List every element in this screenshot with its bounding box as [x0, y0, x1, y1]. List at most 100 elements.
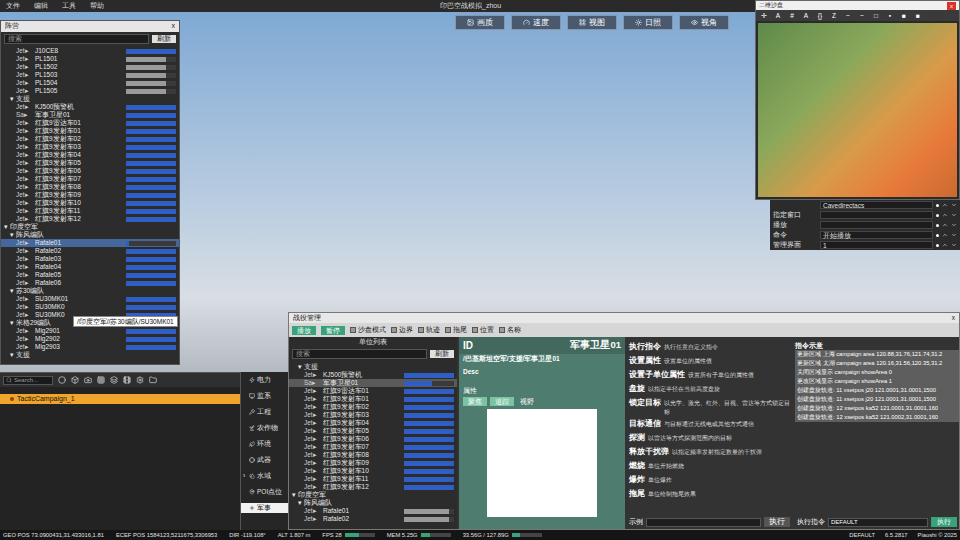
command-item[interactable]: 释放干扰弹以指定频率发射指定数量的干扰弹 [629, 446, 791, 458]
expand-arrow[interactable]: ▾ [10, 95, 16, 103]
tree-row[interactable]: Jet▸Mig2901 [1, 327, 179, 335]
example-item[interactable]: 创建盘旋轨道: 11 xsetpos j20 121.0001,31.0001,… [795, 386, 959, 395]
asset-tool-icon[interactable] [97, 376, 105, 384]
command-item[interactable]: 燃烧单位开始燃烧 [629, 460, 791, 472]
toggle-checkbox[interactable]: 位置 [472, 325, 494, 336]
expand-arrow[interactable]: ▾ [10, 351, 16, 359]
play-control-button[interactable]: 播放 [292, 326, 316, 335]
property-field[interactable]: 开始播放 [820, 231, 933, 239]
category-item[interactable]: 军事 [241, 503, 290, 513]
channel-field[interactable]: DEFAULT [828, 518, 928, 527]
viewport-button[interactable]: 日照 [623, 15, 673, 30]
command-item[interactable]: 执行指令执行任意自定义指令 [629, 341, 791, 353]
asset-tool-icon[interactable] [58, 376, 66, 384]
tree-row[interactable]: Jet▸PL1505 [1, 87, 179, 95]
tree-row[interactable]: Jet▸红旗9发射车05 [1, 159, 179, 167]
tree-row[interactable]: Jet▸红旗9发射车09 [289, 459, 457, 467]
asset-item[interactable]: TacticCampaign_1 [0, 394, 240, 404]
info-tab[interactable]: 视野 [517, 397, 537, 406]
tree-row[interactable]: Jet▸红旗9发射车08 [289, 451, 457, 459]
tree-row[interactable]: Jet▸红旗9发射车02 [1, 135, 179, 143]
tree-row[interactable]: Jet▸PL1501 [1, 55, 179, 63]
tree-row[interactable]: Jet▸PL1504 [1, 79, 179, 87]
tree-row[interactable]: Sa▸军事卫星01 [1, 111, 179, 119]
tree-row[interactable]: Jet▸红旗9雷达车01 [289, 387, 457, 395]
asset-tool-icon[interactable] [110, 376, 118, 384]
tree-row[interactable]: Jet▸红旗9发射车07 [1, 175, 179, 183]
tree-row[interactable]: Jet▸Rafale01 [1, 239, 179, 247]
tree-group[interactable]: ▾印度空军 [1, 223, 179, 231]
map-tool[interactable]: Z [829, 11, 839, 21]
tree-row[interactable]: Jet▸红旗9发射车03 [289, 411, 457, 419]
viewport-button[interactable]: 速度 [511, 15, 561, 30]
tree-row[interactable]: Jet▸Rafale01 [289, 507, 457, 515]
expand-arrow[interactable]: ▾ [10, 231, 16, 239]
example-item[interactable]: 更新区域 太湖 campaign area 120.16,31.56,120.3… [795, 359, 959, 368]
refresh-button[interactable]: 刷新 [430, 350, 454, 358]
down-icon[interactable] [951, 202, 957, 208]
menu-item[interactable]: 编辑 [34, 1, 48, 12]
viewport-button[interactable]: 视角 [679, 15, 729, 30]
tree-row[interactable]: Jet▸红旗9发射车01 [289, 395, 457, 403]
command-item[interactable]: 目标通信与目标通过无线电或其他方式通信 [629, 418, 791, 430]
search-field[interactable]: 搜索 [4, 34, 149, 44]
category-item[interactable]: 环境 [241, 439, 290, 449]
tree-row[interactable]: Jet▸红旗9发射车11 [289, 475, 457, 483]
toggle-checkbox[interactable]: 名称 [499, 325, 521, 336]
example-item[interactable]: 更新区域 上海 campaign area 120.88,31.76,121.7… [795, 350, 959, 359]
tree-row[interactable]: Jet▸SU30MK0 [1, 303, 179, 311]
toggle-checkbox[interactable]: 边界 [391, 325, 413, 336]
asset-tool-icon[interactable] [84, 376, 92, 384]
info-tab[interactable]: 聚焦 [463, 397, 487, 406]
tree-row[interactable]: Jet▸Rafale02 [289, 515, 457, 523]
tree-row[interactable]: Jet▸红旗9发射车09 [1, 191, 179, 199]
command-item[interactable]: 爆炸单位爆炸 [629, 474, 791, 486]
up-icon[interactable] [942, 222, 948, 228]
down-icon[interactable] [951, 222, 957, 228]
tree-group[interactable]: ▾支援 [289, 363, 457, 371]
toggle-checkbox[interactable]: 拖尾 [445, 325, 467, 336]
up-icon[interactable] [942, 242, 948, 248]
category-item[interactable]: 武器 [241, 455, 290, 465]
command-item[interactable]: 盘旋以指定半径在当前高度盘旋 [629, 383, 791, 395]
property-field[interactable]: Cavedirectacs [820, 201, 933, 209]
map-tool[interactable]: ▪ [885, 11, 895, 21]
map-tool[interactable]: ✛ [759, 11, 769, 21]
tree-row[interactable]: Jet▸红旗9发射车08 [1, 183, 179, 191]
tree-group[interactable]: ▾印度空军 [289, 491, 457, 499]
property-field[interactable]: 1 [820, 241, 933, 249]
tree-row[interactable]: Jet▸KJ500预警机 [289, 371, 457, 379]
category-item[interactable]: 农作物 [241, 423, 290, 433]
tree-row[interactable]: Jet▸SU30MK01 [1, 295, 179, 303]
tree-row[interactable]: Sa▸军事卫星01 [289, 379, 457, 387]
category-item[interactable]: 工程 [241, 407, 290, 417]
tree-row[interactable]: Jet▸红旗9发射车06 [289, 435, 457, 443]
asset-search[interactable]: Search... [3, 376, 53, 385]
asset-tool-icon[interactable] [123, 376, 131, 384]
tree-group[interactable]: ▾支援 [1, 351, 179, 359]
tree-row[interactable]: Jet▸红旗9发射车04 [289, 419, 457, 427]
map-tool[interactable]: A [801, 11, 811, 21]
category-item[interactable]: POI点位 [241, 487, 290, 497]
info-tab[interactable]: 追踪 [490, 397, 514, 406]
command-item[interactable]: 设置属性设置单位的属性值 [629, 355, 791, 367]
tree-row[interactable]: Jet▸Rafale05 [1, 271, 179, 279]
tree-row[interactable]: Jet▸PL1503 [1, 71, 179, 79]
command-item[interactable]: 拖尾单位绘制拖尾效果 [629, 488, 791, 500]
tree-row[interactable]: Jet▸红旗9发射车05 [289, 427, 457, 435]
tree-group[interactable]: ▾阵风编队 [289, 499, 457, 507]
command-item[interactable]: 设置子单位属性设置所有子单位的属性值 [629, 369, 791, 381]
example-item[interactable]: 创建盘旋轨道: 11 xsetpos j20 121.0001,31.0001,… [795, 395, 959, 404]
tree-row[interactable]: Jet▸红旗9雷达车01 [1, 119, 179, 127]
expand-arrow[interactable]: ▾ [10, 287, 16, 295]
tree-row[interactable]: Jet▸红旗9发射车12 [1, 215, 179, 223]
expand-arrow[interactable]: ▾ [10, 319, 16, 327]
tree-row[interactable]: Jet▸KJ500预警机 [1, 103, 179, 111]
down-icon[interactable] [951, 212, 957, 218]
tree-row[interactable]: Jet▸Rafale03 [1, 255, 179, 263]
tree-row[interactable]: Jet▸Rafale04 [1, 263, 179, 271]
tree-group[interactable]: ▾苏30编队 [1, 287, 179, 295]
map-tool[interactable]: {} [815, 11, 825, 21]
tree-row[interactable]: Jet▸红旗9发射车03 [1, 143, 179, 151]
menu-item[interactable]: 帮助 [90, 1, 104, 12]
